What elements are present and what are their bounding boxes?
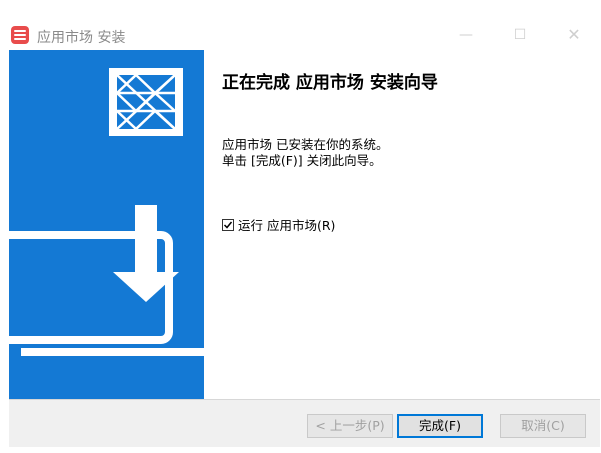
finish-instruction-text: 单击 [完成(F)] 关闭此向导。 (222, 153, 382, 168)
close-button[interactable]: ✕ (562, 24, 586, 46)
finish-button[interactable]: 完成(F) (397, 414, 483, 438)
run-app-option[interactable]: 运行 应用市场(R) (222, 215, 335, 234)
window-title: 应用市场 安装 (37, 30, 126, 46)
checkmark-icon (223, 221, 233, 229)
app-store-icon (11, 26, 29, 44)
cancel-button[interactable]: 取消(C) (500, 414, 586, 438)
laptop-download-icon (9, 205, 204, 356)
title-bar: 应用市场 安装 — ☐ ✕ (0, 0, 601, 46)
run-app-label[interactable]: 运行 应用市场(R) (238, 215, 335, 234)
maximize-button[interactable]: ☐ (508, 24, 532, 46)
back-button[interactable]: < 上一步(P) (307, 414, 393, 438)
run-app-checkbox[interactable] (222, 218, 234, 231)
minimize-button[interactable]: — (454, 24, 478, 46)
installer-logo (109, 68, 183, 136)
wizard-side-panel (9, 50, 204, 399)
page-title: 正在完成 应用市场 安装向导 (222, 73, 438, 93)
